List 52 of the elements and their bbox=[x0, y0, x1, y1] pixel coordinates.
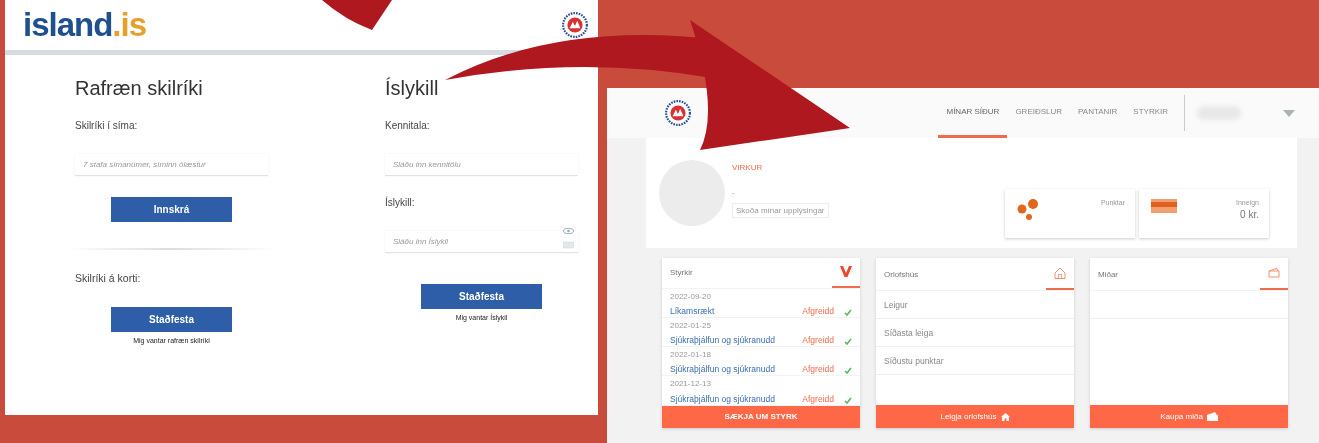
menu-item[interactable]: Síðustu punktar bbox=[884, 355, 944, 366]
password-field[interactable]: Sláðu inn Íslykil bbox=[385, 231, 578, 253]
grant-date: 2022-09-20 bbox=[670, 291, 712, 301]
menu-item[interactable]: Síðasta leiga bbox=[884, 327, 934, 338]
grant-link[interactable]: Líkamsrækt bbox=[670, 306, 803, 316]
nav-tab[interactable]: GREIÐSLUR bbox=[1007, 88, 1071, 138]
ticket-icon bbox=[1206, 412, 1218, 421]
field-label: Kennitala: bbox=[385, 120, 431, 131]
card-title: Styrkir bbox=[670, 268, 693, 278]
grant-date: 2021-12-13 bbox=[670, 379, 712, 389]
swoosh-drawing bbox=[322, 0, 392, 30]
island-logo: island.is bbox=[23, 6, 147, 44]
check-icon bbox=[844, 338, 852, 346]
house-icon bbox=[1054, 267, 1066, 279]
check-icon bbox=[844, 367, 852, 375]
card-title: Miðar bbox=[1098, 269, 1118, 279]
caret-icon[interactable] bbox=[1283, 109, 1295, 117]
stat-value: 0 kr. bbox=[1240, 208, 1259, 220]
crest-icon bbox=[562, 12, 588, 38]
grant-link[interactable]: Sjúkraþjálfun og sjúkranudd bbox=[670, 393, 803, 404]
ticket-icon bbox=[1268, 268, 1280, 278]
field-label: Skilríki á korti: bbox=[75, 272, 142, 284]
grant-status: Afgreidd bbox=[802, 335, 834, 346]
grant-status: Afgreidd bbox=[802, 393, 834, 404]
card-icon bbox=[1151, 198, 1177, 213]
grant-status: Afgreidd bbox=[802, 306, 834, 316]
crest-icon bbox=[665, 100, 691, 126]
login-button[interactable]: Innskrá bbox=[111, 197, 232, 222]
status-label: VIRKUR bbox=[732, 163, 764, 172]
card-title: Orlofshús bbox=[884, 269, 919, 279]
grant-date: 2022-01-25 bbox=[670, 321, 712, 331]
section-title: Íslykill bbox=[385, 77, 440, 100]
details-button[interactable]: Skoða mínar upplýsingar bbox=[732, 203, 829, 218]
nav-tab[interactable]: PANTANIR bbox=[1070, 88, 1126, 138]
grant-date: 2022-01-18 bbox=[670, 350, 712, 360]
confirm-button[interactable]: Staðfesta bbox=[421, 284, 542, 309]
menu-item[interactable]: Leigur bbox=[884, 299, 908, 310]
grant-link[interactable]: Sjúkraþjálfun og sjúkranudd bbox=[670, 364, 803, 375]
v-logo-icon bbox=[840, 266, 852, 278]
id-number-field[interactable]: Sláðu inn kennitölu bbox=[385, 154, 578, 176]
nav-tab[interactable]: STYRKIR bbox=[1125, 88, 1176, 138]
grant-status: Afgreidd bbox=[802, 364, 834, 375]
grant-link[interactable]: Sjúkraþjálfun og sjúkranudd bbox=[670, 335, 803, 346]
check-icon bbox=[844, 309, 852, 316]
section-title: Rafræn skilríki bbox=[75, 77, 204, 100]
house-icon bbox=[1000, 412, 1010, 421]
member-name: - bbox=[732, 188, 736, 197]
field-label: Íslykill: bbox=[385, 197, 416, 208]
phone-field[interactable]: 7 stafa símanúmer, síminn ólæstur bbox=[75, 154, 268, 176]
check-icon bbox=[844, 396, 852, 404]
confirm-button[interactable]: Staðfesta bbox=[111, 307, 232, 332]
field-label: Skilríki í síma: bbox=[75, 120, 139, 131]
